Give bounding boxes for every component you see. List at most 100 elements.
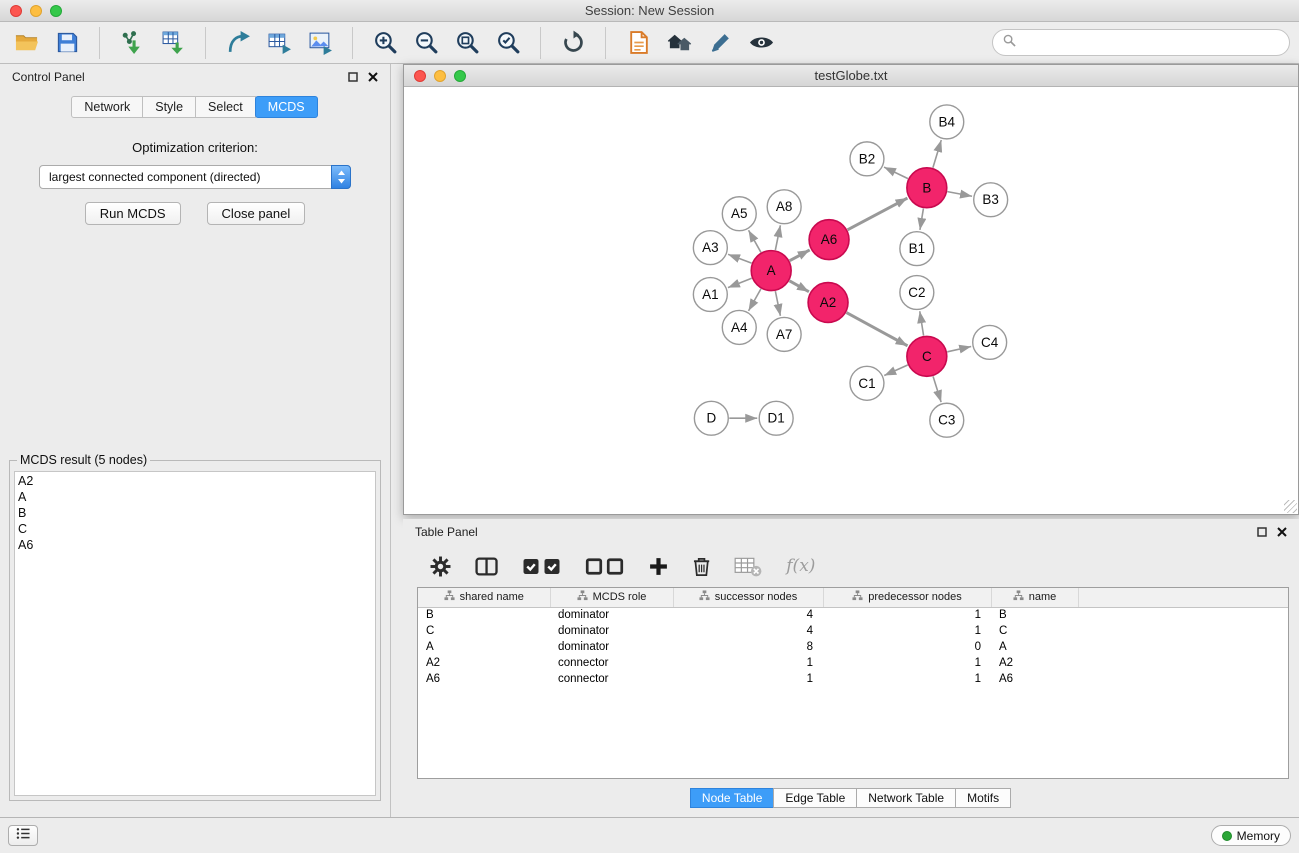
graph-node-A4[interactable]: A4 bbox=[722, 310, 756, 344]
graph-edge-A-A3[interactable] bbox=[728, 254, 752, 263]
mcds-result-item[interactable]: C bbox=[18, 521, 372, 537]
table-cell[interactable]: 8 bbox=[673, 639, 823, 655]
table-cell[interactable]: A2 bbox=[991, 655, 1078, 671]
graph-edge-A-A4[interactable] bbox=[749, 289, 761, 311]
table-cell[interactable]: 0 bbox=[823, 639, 991, 655]
table-row[interactable]: A6connector11A6 bbox=[418, 671, 1288, 687]
graph-edge-B-B3[interactable] bbox=[947, 192, 972, 197]
mcds-result-item[interactable]: A2 bbox=[18, 473, 372, 489]
table-cell[interactable]: dominator bbox=[550, 639, 673, 655]
mcds-result-item[interactable]: B bbox=[18, 505, 372, 521]
table-cell[interactable]: 4 bbox=[673, 607, 823, 623]
import-table-icon[interactable] bbox=[157, 27, 189, 59]
table-cell[interactable]: A2 bbox=[418, 655, 550, 671]
run-mcds-button[interactable]: Run MCDS bbox=[85, 202, 181, 225]
delete-table-icon[interactable] bbox=[734, 556, 762, 577]
optimization-criterion-dropdown[interactable]: largest connected component (directed) bbox=[39, 165, 351, 189]
zoom-window-button[interactable] bbox=[50, 5, 62, 17]
table-cell[interactable]: 1 bbox=[823, 671, 991, 687]
search-input[interactable] bbox=[1022, 36, 1279, 50]
graph-node-D[interactable]: D bbox=[694, 401, 728, 435]
table-cell[interactable]: A bbox=[991, 639, 1078, 655]
table-close-panel-icon[interactable] bbox=[1277, 527, 1287, 537]
graph-edge-A-A8[interactable] bbox=[775, 225, 780, 250]
graph-edge-C-C4[interactable] bbox=[947, 347, 971, 352]
table-cell[interactable]: connector bbox=[550, 671, 673, 687]
table-cell[interactable]: 1 bbox=[673, 655, 823, 671]
table-cell[interactable]: A6 bbox=[991, 671, 1078, 687]
add-column-icon[interactable] bbox=[648, 556, 669, 577]
graph-edge-A2-C[interactable] bbox=[846, 313, 907, 346]
graph-node-A3[interactable]: A3 bbox=[693, 231, 727, 265]
table-float-panel-icon[interactable] bbox=[1257, 527, 1267, 537]
search-box[interactable] bbox=[992, 29, 1290, 56]
table-tab-edge-table[interactable]: Edge Table bbox=[773, 788, 857, 808]
network-canvas[interactable]: B4B2BB3A5A8A6A3B1AC2A1A2A4A7C4CC1DD1C3 bbox=[404, 88, 1298, 514]
refresh-network-icon[interactable] bbox=[557, 27, 589, 59]
table-cell[interactable]: 4 bbox=[673, 623, 823, 639]
memory-button[interactable]: Memory bbox=[1211, 825, 1291, 846]
graph-edge-C-C2[interactable] bbox=[920, 311, 924, 335]
graph-node-A8[interactable]: A8 bbox=[767, 190, 801, 224]
delete-column-icon[interactable] bbox=[693, 556, 710, 577]
network-zoom-button[interactable] bbox=[454, 70, 466, 82]
graph-node-A1[interactable]: A1 bbox=[693, 278, 727, 312]
show-graphics-icon[interactable] bbox=[745, 27, 777, 59]
graph-node-B4[interactable]: B4 bbox=[930, 105, 964, 139]
table-tab-motifs[interactable]: Motifs bbox=[955, 788, 1011, 808]
float-panel-icon[interactable] bbox=[348, 72, 358, 82]
close-panel-icon[interactable] bbox=[368, 72, 378, 82]
graph-edge-A-A1[interactable] bbox=[728, 278, 752, 287]
graph-node-B[interactable]: B bbox=[907, 168, 947, 208]
network-minimize-button[interactable] bbox=[434, 70, 446, 82]
table-row[interactable]: Cdominator41C bbox=[418, 623, 1288, 639]
tab-select[interactable]: Select bbox=[195, 96, 256, 118]
tab-style[interactable]: Style bbox=[142, 96, 196, 118]
gear-icon[interactable] bbox=[430, 556, 451, 577]
columns-icon[interactable] bbox=[475, 556, 498, 577]
graph-node-B1[interactable]: B1 bbox=[900, 232, 934, 266]
mcds-result-item[interactable]: A6 bbox=[18, 537, 372, 553]
table-tab-network-table[interactable]: Network Table bbox=[856, 788, 956, 808]
duplicate-view-icon[interactable] bbox=[622, 27, 654, 59]
window-resize-handle[interactable] bbox=[1284, 500, 1297, 513]
select-all-icon[interactable] bbox=[522, 556, 561, 577]
export-network-icon[interactable] bbox=[222, 27, 254, 59]
graph-edge-B-B1[interactable] bbox=[920, 208, 924, 229]
table-cell[interactable]: A6 bbox=[418, 671, 550, 687]
table-cell[interactable]: C bbox=[991, 623, 1078, 639]
table-cell[interactable]: B bbox=[991, 607, 1078, 623]
table-cell[interactable]: dominator bbox=[550, 623, 673, 639]
table-row[interactable]: Adominator80A bbox=[418, 639, 1288, 655]
table-cell[interactable]: 1 bbox=[823, 655, 991, 671]
table-cell[interactable]: A bbox=[418, 639, 550, 655]
close-panel-button[interactable]: Close panel bbox=[207, 202, 306, 225]
function-builder-button[interactable]: f(x) bbox=[786, 556, 815, 576]
table-row[interactable]: Bdominator41B bbox=[418, 607, 1288, 623]
home-layout-icon[interactable] bbox=[663, 27, 695, 59]
zoom-selected-icon[interactable] bbox=[492, 27, 524, 59]
graph-node-A6[interactable]: A6 bbox=[809, 220, 849, 260]
export-image-icon[interactable] bbox=[304, 27, 336, 59]
mcds-result-item[interactable]: A bbox=[18, 489, 372, 505]
import-network-icon[interactable] bbox=[116, 27, 148, 59]
table-tab-node-table[interactable]: Node Table bbox=[690, 788, 775, 808]
graph-node-B3[interactable]: B3 bbox=[974, 183, 1008, 217]
table-row[interactable]: A2connector11A2 bbox=[418, 655, 1288, 671]
network-graph[interactable]: B4B2BB3A5A8A6A3B1AC2A1A2A4A7C4CC1DD1C3 bbox=[404, 88, 1298, 514]
open-session-icon[interactable] bbox=[10, 27, 42, 59]
graph-edge-C-C3[interactable] bbox=[933, 376, 941, 402]
graph-edge-A-A5[interactable] bbox=[749, 230, 761, 252]
table-cell[interactable]: connector bbox=[550, 655, 673, 671]
table-cell[interactable]: 1 bbox=[823, 607, 991, 623]
graph-node-A5[interactable]: A5 bbox=[722, 197, 756, 231]
annotate-icon[interactable] bbox=[704, 27, 736, 59]
graph-node-C4[interactable]: C4 bbox=[973, 325, 1007, 359]
save-session-icon[interactable] bbox=[51, 27, 83, 59]
graph-edge-A-A7[interactable] bbox=[775, 291, 780, 316]
show-panels-button[interactable] bbox=[8, 825, 38, 846]
column-header-mcds-role[interactable]: MCDS role bbox=[550, 588, 673, 607]
graph-node-C[interactable]: C bbox=[907, 336, 947, 376]
table-cell[interactable]: B bbox=[418, 607, 550, 623]
graph-node-D1[interactable]: D1 bbox=[759, 401, 793, 435]
